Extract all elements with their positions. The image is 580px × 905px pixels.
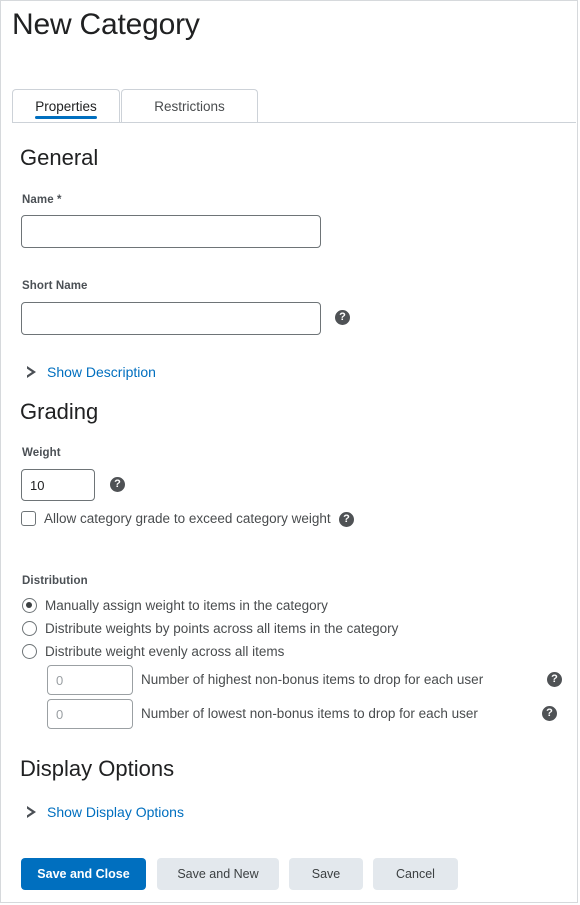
name-required-marker: *: [57, 194, 62, 206]
tab-restrictions-label: Restrictions: [154, 99, 225, 114]
drop-lowest-help-icon[interactable]: [542, 705, 557, 722]
short-name-label: Short Name: [22, 280, 88, 292]
weight-label: Weight: [22, 447, 61, 459]
cancel-button[interactable]: Cancel: [373, 858, 458, 890]
drop-highest-label: Number of highest non-bonus items to dro…: [141, 672, 484, 687]
radio-distribute-by-points[interactable]: [22, 621, 37, 636]
weight-input[interactable]: [21, 469, 95, 501]
new-category-page: New Category Properties Restrictions Gen…: [0, 0, 578, 903]
radio-manually-assign-label: Manually assign weight to items in the c…: [45, 598, 328, 613]
name-input[interactable]: [21, 215, 321, 248]
distribution-label: Distribution: [22, 575, 88, 587]
tab-bar: Properties Restrictions: [12, 89, 577, 124]
active-tab-indicator: [35, 116, 97, 119]
save-and-new-button[interactable]: Save and New: [157, 858, 279, 890]
tab-bar-divider: [12, 122, 576, 123]
show-description-toggle[interactable]: Show Description: [26, 364, 156, 380]
radio-distribute-evenly-label: Distribute weight evenly across all item…: [45, 644, 285, 659]
section-title-general: General: [20, 145, 99, 170]
save-button[interactable]: Save: [289, 858, 363, 890]
show-display-options-toggle[interactable]: Show Display Options: [26, 804, 184, 820]
tab-properties[interactable]: Properties: [12, 89, 120, 124]
section-title-grading: Grading: [20, 399, 99, 424]
radio-distribute-evenly[interactable]: [22, 644, 37, 659]
radio-distribute-by-points-label: Distribute weights by points across all …: [45, 621, 399, 636]
short-name-input[interactable]: [21, 302, 321, 335]
weight-help-icon[interactable]: [110, 476, 125, 493]
radio-manually-assign[interactable]: [22, 598, 37, 613]
drop-lowest-label: Number of lowest non-bonus items to drop…: [141, 706, 478, 721]
tab-restrictions[interactable]: Restrictions: [121, 89, 258, 123]
section-title-display-options: Display Options: [20, 756, 175, 781]
drop-highest-input[interactable]: [47, 665, 133, 695]
show-display-options-label: Show Display Options: [47, 804, 184, 820]
save-and-close-button[interactable]: Save and Close: [21, 858, 146, 890]
allow-exceed-checkbox[interactable]: [21, 511, 36, 526]
page-title: New Category: [12, 8, 200, 41]
drop-lowest-input[interactable]: [47, 699, 133, 729]
triangle-right-icon: [26, 366, 36, 378]
name-label: Name *: [22, 194, 62, 206]
show-description-label: Show Description: [47, 364, 156, 380]
drop-highest-help-icon[interactable]: [547, 671, 562, 688]
allow-exceed-label: Allow category grade to exceed category …: [44, 511, 331, 526]
triangle-right-icon: [26, 806, 36, 818]
allow-exceed-help-icon[interactable]: [339, 511, 354, 528]
short-name-help-icon[interactable]: [335, 309, 350, 326]
tab-properties-label: Properties: [35, 99, 97, 114]
